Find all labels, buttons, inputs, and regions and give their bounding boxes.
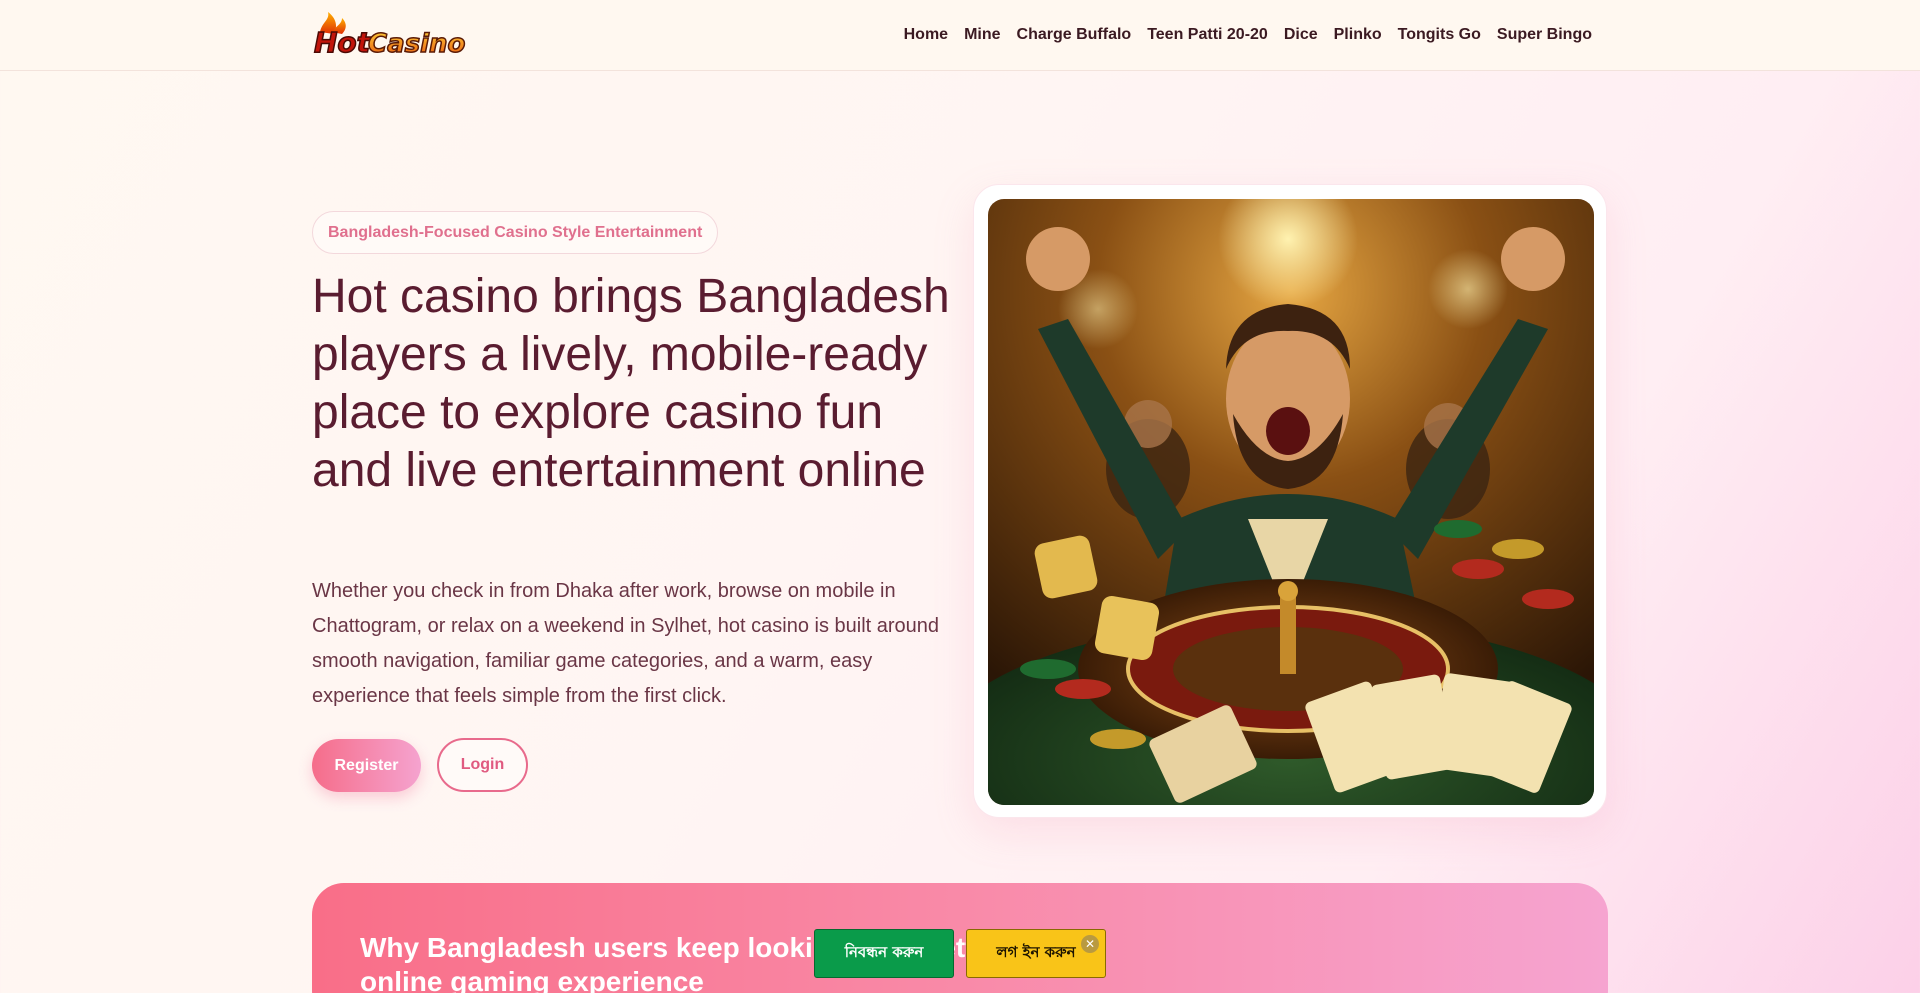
why-title: Why Bangladesh users keep looking for a …: [360, 932, 1002, 993]
hero-title: Hot casino brings Bangladesh players a l…: [312, 270, 950, 497]
hero-badge: Bangladesh-Focused Casino Style Entertai…: [312, 211, 719, 254]
login-button[interactable]: Login: [437, 738, 528, 792]
hero-image-card: [973, 184, 1607, 818]
site-header: Hot Casino Home Mine Charge Buffalo Teen…: [0, 0, 1920, 71]
why-section: Why Bangladesh users keep looking for a …: [312, 883, 1608, 993]
nav-dice[interactable]: Dice: [1276, 26, 1326, 44]
hero-image: [988, 199, 1594, 805]
nav-home[interactable]: Home: [896, 26, 956, 44]
floating-register-button[interactable]: নিবন্ধন করুন: [814, 929, 954, 978]
hero-description: Whether you check in from Dhaka after wo…: [312, 580, 940, 707]
hotcasino-logo[interactable]: Hot Casino: [312, 12, 470, 58]
main-nav: Home Mine Charge Buffalo Teen Patti 20-2…: [896, 0, 1600, 70]
nav-charge-buffalo[interactable]: Charge Buffalo: [1009, 26, 1140, 44]
nav-tongits-go[interactable]: Tongits Go: [1390, 26, 1489, 44]
svg-text:Casino: Casino: [368, 29, 465, 58]
register-button[interactable]: Register: [312, 739, 421, 792]
nav-teen-patti[interactable]: Teen Patti 20-20: [1139, 26, 1276, 44]
nav-plinko[interactable]: Plinko: [1326, 26, 1390, 44]
nav-mine[interactable]: Mine: [956, 26, 1008, 44]
svg-text:Hot: Hot: [314, 26, 372, 58]
nav-super-bingo[interactable]: Super Bingo: [1489, 26, 1600, 44]
close-icon[interactable]: ✕: [1081, 935, 1099, 953]
